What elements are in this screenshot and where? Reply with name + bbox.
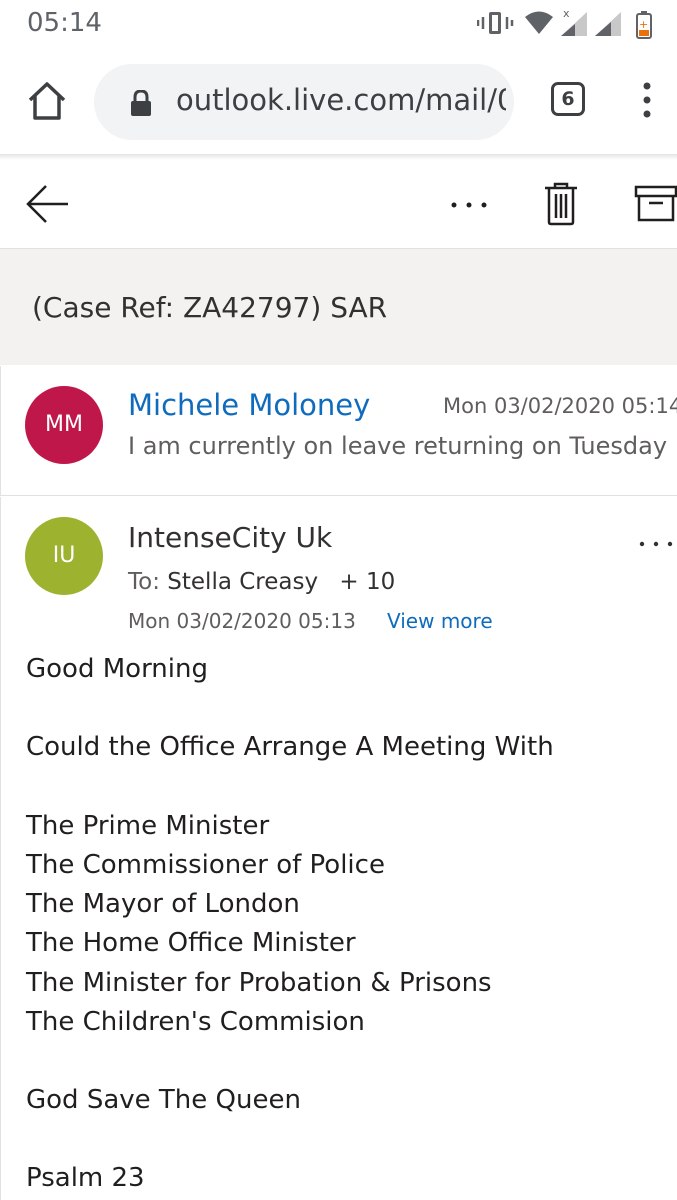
body-line: The Prime Minister — [26, 810, 270, 841]
url-text: outlook.live.com/mail/0 — [176, 83, 506, 117]
body-line — [26, 768, 666, 807]
lock-icon — [131, 90, 151, 116]
status-icons: x + — [476, 6, 677, 42]
body-line: The Children's Commision — [26, 1006, 365, 1037]
browser-menu-button[interactable] — [637, 80, 657, 120]
status-time: 05:14 — [27, 8, 102, 38]
body-line: Could the Office Arrange A Meeting With — [26, 732, 554, 763]
home-icon — [28, 82, 66, 120]
message-preview: I am currently on leave returning on Tue… — [128, 432, 668, 460]
battery-low-icon: + — [636, 11, 652, 39]
view-more-link[interactable]: View more — [387, 609, 493, 633]
message-date: Mon 03/02/2020 05:13 — [128, 609, 356, 633]
address-bar[interactable]: outlook.live.com/mail/0 — [94, 64, 514, 140]
signal-icon — [595, 12, 621, 36]
body-line — [26, 1042, 666, 1081]
avatar: IU — [25, 517, 103, 595]
message-expanded: IU IntenseCity Uk To: Stella Creasy + 10… — [0, 497, 677, 1200]
svg-text:+: + — [639, 18, 648, 31]
body-line: The Home Office Minister — [26, 928, 356, 959]
signal-icon: x — [561, 7, 587, 36]
more-actions-button[interactable] — [446, 190, 492, 220]
archive-button[interactable] — [634, 184, 677, 224]
body-line: The Minister for Probation & Prisons — [26, 967, 492, 998]
body-line: Good Morning — [26, 654, 208, 684]
subject-header: (Case Ref: ZA42797) SAR — [0, 249, 677, 365]
delete-button[interactable] — [543, 182, 579, 226]
recipient-count: + 10 — [339, 569, 396, 595]
recipient-name: Stella Creasy — [167, 569, 319, 595]
more-horizontal-icon — [639, 541, 673, 547]
svg-text:x: x — [563, 7, 570, 20]
message-collapsed[interactable]: MM Michele Moloney Mon 03/02/2020 05:14 … — [0, 366, 677, 496]
body-line: The Mayor of London — [26, 889, 300, 920]
arrow-left-icon — [26, 185, 68, 223]
trash-icon — [545, 182, 577, 226]
message-date: Mon 03/02/2020 05:14 — [443, 394, 677, 418]
status-bar: 05:14 x + — [0, 0, 677, 48]
body-line: The Commissioner of Police — [26, 849, 385, 880]
mail-toolbar — [0, 160, 677, 249]
body-line: God Save The Queen — [26, 1085, 301, 1116]
home-button[interactable] — [24, 78, 70, 124]
body-line — [26, 689, 666, 728]
back-button[interactable] — [24, 182, 70, 226]
sender-name[interactable]: IntenseCity Uk — [128, 521, 332, 554]
sender-name[interactable]: Michele Moloney — [128, 388, 370, 422]
message-body: Good Morning Could the Office Arrange A M… — [26, 650, 666, 1199]
body-line — [26, 1120, 666, 1159]
to-label: To: — [128, 569, 160, 595]
wifi-icon — [525, 11, 553, 34]
message-more-button[interactable] — [638, 537, 677, 550]
more-vertical-icon — [643, 82, 651, 118]
recipients-line[interactable]: To: Stella Creasy + 10 — [128, 569, 395, 595]
more-horizontal-icon — [451, 202, 487, 208]
tab-switcher-button[interactable]: 6 — [551, 82, 585, 116]
body-line: Psalm 23 — [26, 1163, 145, 1194]
avatar: MM — [25, 386, 103, 464]
archive-icon — [634, 185, 677, 222]
email-subject: (Case Ref: ZA42797) SAR — [32, 291, 388, 324]
vibrate-icon — [476, 12, 514, 34]
browser-toolbar: outlook.live.com/mail/0 6 — [0, 48, 677, 156]
